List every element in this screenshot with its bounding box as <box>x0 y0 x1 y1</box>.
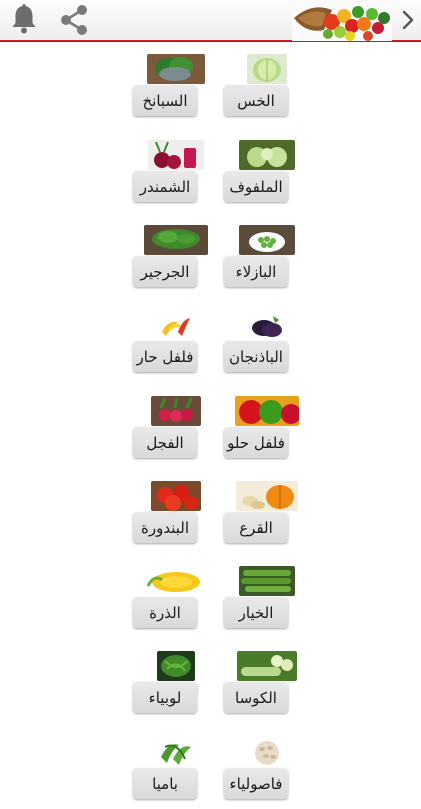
grid-item-corn[interactable]: الذرة <box>133 566 219 638</box>
grid-item-cucumber[interactable]: الخيار <box>224 566 310 638</box>
grid-item-tomato[interactable]: البندورة <box>133 481 219 553</box>
peas-image <box>239 225 295 255</box>
spinach-image <box>147 54 205 84</box>
okra-button[interactable]: باميا <box>133 768 197 799</box>
eggplant-button[interactable]: الباذنجان <box>224 341 288 372</box>
cucumber-image <box>239 566 295 596</box>
okra-image <box>155 737 197 767</box>
grid-item-okra[interactable]: باميا <box>133 737 219 809</box>
spinach-button[interactable]: السبانخ <box>133 85 197 116</box>
eggplant-image <box>247 310 287 340</box>
arugula-button[interactable]: الجرجير <box>133 256 197 287</box>
radish-button[interactable]: الفجل <box>133 427 197 458</box>
beetroot-image <box>148 140 204 170</box>
peas-button[interactable]: البازلاء <box>224 256 288 287</box>
app-header <box>0 0 421 42</box>
grid-item-lettuce[interactable]: الخس <box>224 54 310 126</box>
pumpkin-button[interactable]: القرع <box>224 512 288 543</box>
grid-item-beetroot[interactable]: الشمندر <box>133 140 219 212</box>
zucchini-image <box>237 651 297 681</box>
corn-button[interactable]: الذرة <box>133 597 197 628</box>
white-beans-image <box>252 737 282 767</box>
lettuce-button[interactable]: الخس <box>224 85 288 116</box>
grid-item-white-beans[interactable]: فاصولياء <box>224 737 310 809</box>
arugula-image <box>144 225 208 255</box>
cabbage-image <box>239 140 295 170</box>
vegetable-grid: الخس السبانخ الملفوف الشمندر البازلاء ال… <box>0 44 421 800</box>
bell-icon[interactable] <box>8 3 40 35</box>
sweet-pepper-image <box>235 396 299 426</box>
chevron-right-icon[interactable] <box>398 6 418 34</box>
corn-image <box>144 566 208 596</box>
cabbage-button[interactable]: الملفوف <box>224 171 288 202</box>
hot-pepper-button[interactable]: فلفل حار <box>133 341 197 372</box>
radish-image <box>151 396 201 426</box>
grid-item-sweet-pepper[interactable]: فلفل حلو <box>224 396 310 468</box>
grid-item-zucchini[interactable]: الكوسا <box>224 651 310 723</box>
beetroot-button[interactable]: الشمندر <box>133 171 197 202</box>
vegetables-banner-image <box>292 0 392 41</box>
grid-item-arugula[interactable]: الجرجير <box>133 225 219 297</box>
cucumber-button[interactable]: الخيار <box>224 597 288 628</box>
grid-item-radish[interactable]: الفجل <box>133 396 219 468</box>
green-beans-button[interactable]: لوبياء <box>133 682 197 713</box>
grid-item-spinach[interactable]: السبانخ <box>133 54 219 126</box>
sweet-pepper-button[interactable]: فلفل حلو <box>224 427 288 458</box>
grid-item-pumpkin[interactable]: القرع <box>224 481 310 553</box>
pumpkin-image <box>236 481 298 511</box>
grid-item-eggplant[interactable]: الباذنجان <box>224 310 310 382</box>
grid-item-hot-pepper[interactable]: فلفل حار <box>133 310 219 382</box>
hot-pepper-image <box>156 310 196 340</box>
grid-item-cabbage[interactable]: الملفوف <box>224 140 310 212</box>
green-beans-image <box>157 651 195 681</box>
tomato-image <box>151 481 201 511</box>
zucchini-button[interactable]: الكوسا <box>224 682 288 713</box>
tomato-button[interactable]: البندورة <box>133 512 197 543</box>
white-beans-button[interactable]: فاصولياء <box>224 768 288 799</box>
share-icon[interactable] <box>56 2 92 38</box>
grid-item-green-beans[interactable]: لوبياء <box>133 651 219 723</box>
lettuce-image <box>247 54 287 84</box>
grid-item-peas[interactable]: البازلاء <box>224 225 310 297</box>
